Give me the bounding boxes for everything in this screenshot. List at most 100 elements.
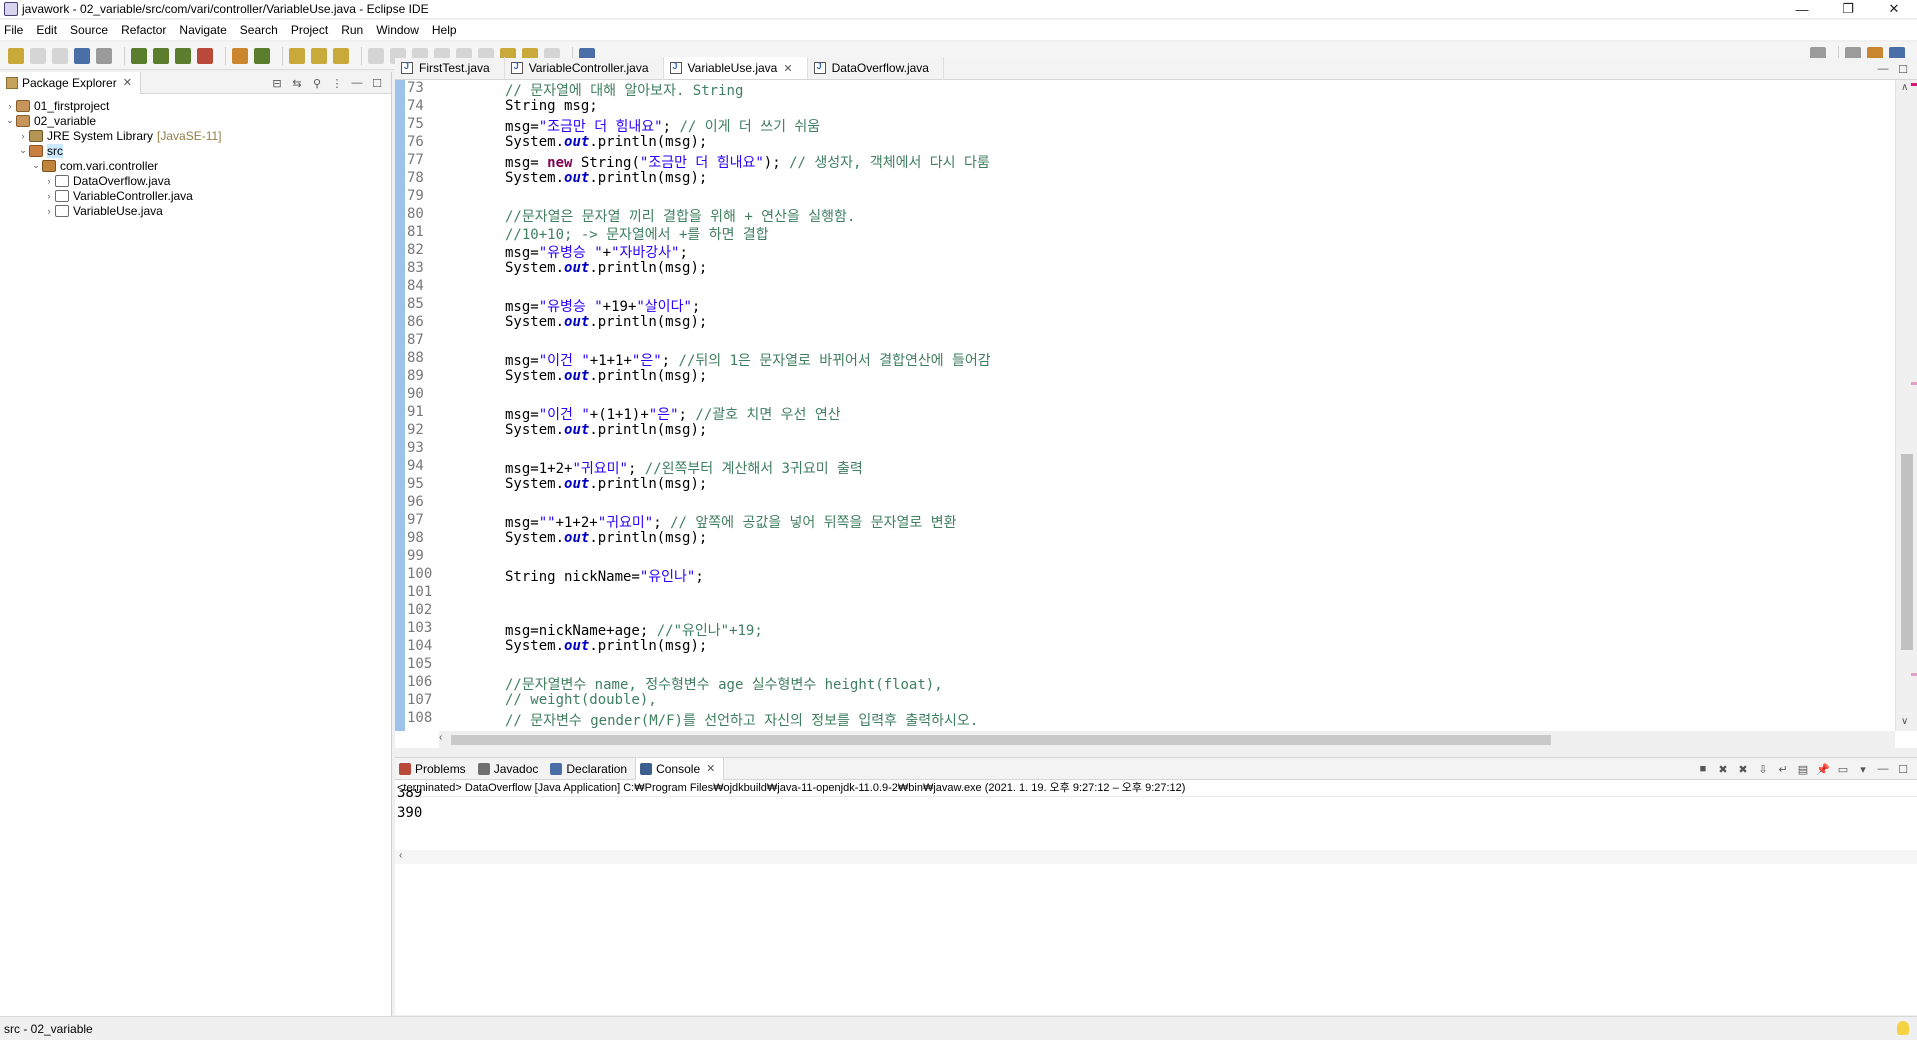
code-line: 97 msg=""+1+2+"귀요미"; // 앞쪽에 공값을 넣어 뒤쪽을 문자… bbox=[395, 512, 1905, 531]
console-panel-tab[interactable]: Problems bbox=[395, 758, 474, 780]
expand-arrow-icon[interactable]: › bbox=[43, 191, 55, 201]
menu-navigate[interactable]: Navigate bbox=[179, 23, 226, 37]
remove-launch-icon[interactable]: ✖ bbox=[1715, 761, 1731, 777]
java-file-icon bbox=[55, 174, 69, 187]
console-panel-tab[interactable]: Console ✕ bbox=[635, 757, 725, 780]
package-explorer-tab[interactable]: Package Explorer ✕ bbox=[0, 71, 141, 94]
menu-edit[interactable]: Edit bbox=[36, 23, 57, 37]
tree-item[interactable]: › DataOverflow.java bbox=[0, 173, 391, 188]
toggle-mark-occurrences-icon[interactable] bbox=[368, 47, 384, 64]
collapse-all-icon[interactable]: ⊟ bbox=[269, 75, 285, 91]
tree-item[interactable]: › VariableUse.java bbox=[0, 203, 391, 218]
error-marker-icon[interactable] bbox=[1911, 83, 1917, 86]
console-horizontal-scrollbar[interactable]: ‹ bbox=[395, 850, 1917, 864]
menu-search[interactable]: Search bbox=[240, 23, 278, 37]
console-panel: Problems Javadoc Declaration Console ✕ ■ ✖ ✖… bbox=[395, 757, 1917, 1015]
horizontal-scroll-thumb[interactable] bbox=[451, 735, 1551, 745]
minimize-button[interactable]: — bbox=[1779, 0, 1825, 18]
tip-lightbulb-icon[interactable] bbox=[1897, 1021, 1909, 1035]
pin-console-icon[interactable]: 📌 bbox=[1815, 761, 1831, 777]
open-console-icon[interactable]: ▾ bbox=[1855, 761, 1871, 777]
editor-tab[interactable]: DataOverflow.java bbox=[808, 57, 944, 79]
terminate-icon[interactable]: ■ bbox=[1695, 761, 1711, 777]
console-panel-tab[interactable]: Declaration bbox=[546, 758, 635, 780]
tree-item[interactable]: ⌄ 02_variable bbox=[0, 113, 391, 128]
scroll-down-icon[interactable]: ∨ bbox=[1901, 716, 1908, 727]
scroll-left-icon[interactable]: ‹ bbox=[399, 850, 402, 861]
console-output[interactable]: 389 390 bbox=[395, 789, 1917, 836]
console-panel-tab[interactable]: Javadoc bbox=[474, 758, 547, 780]
menu-help[interactable]: Help bbox=[432, 23, 457, 37]
tree-item[interactable]: ⌄ com.vari.controller bbox=[0, 158, 391, 173]
filter-icon[interactable]: ⚲ bbox=[309, 75, 325, 91]
close-icon[interactable]: ✕ bbox=[783, 62, 792, 75]
code-token: msg=1+2+ bbox=[505, 461, 573, 477]
expand-arrow-icon[interactable]: › bbox=[17, 131, 29, 141]
maximize-view-icon[interactable]: ☐ bbox=[369, 75, 385, 91]
tree-item[interactable]: › 01_firstproject bbox=[0, 98, 391, 113]
scroll-up-icon[interactable]: ∧ bbox=[1901, 82, 1908, 93]
scroll-left-icon[interactable]: ‹ bbox=[439, 732, 442, 743]
tree-item[interactable]: ⌄ src bbox=[0, 143, 391, 158]
warning-marker-icon[interactable] bbox=[1911, 673, 1917, 676]
code-token: .println(msg); bbox=[589, 368, 708, 384]
expand-arrow-icon[interactable]: › bbox=[43, 176, 55, 186]
link-with-editor-icon[interactable]: ⇆ bbox=[289, 75, 305, 91]
minimize-console-icon[interactable]: — bbox=[1875, 761, 1891, 777]
editor-horizontal-scrollbar[interactable]: ‹ bbox=[439, 731, 1895, 748]
save-all-icon[interactable] bbox=[52, 47, 68, 64]
coverage-icon[interactable] bbox=[175, 47, 191, 64]
console-launch-status: <terminated> DataOverflow [Java Applicat… bbox=[397, 782, 1186, 794]
code-line: 106 //문자열변수 name, 정수형변수 age 실수형변수 height(… bbox=[395, 674, 1905, 693]
new-java-class-icon[interactable] bbox=[254, 47, 270, 64]
view-menu-icon[interactable]: ⋮ bbox=[329, 75, 345, 91]
code-token: // 앞쪽에 공값을 넣어 뒤쪽을 문자열로 변환 bbox=[670, 515, 957, 531]
maximize-console-icon[interactable]: ☐ bbox=[1895, 761, 1911, 777]
close-icon[interactable]: ✕ bbox=[706, 762, 715, 775]
maximize-editor-icon[interactable]: ☐ bbox=[1895, 61, 1911, 77]
new-icon[interactable] bbox=[8, 47, 24, 64]
search-tool-icon[interactable] bbox=[333, 47, 349, 64]
expand-arrow-icon[interactable]: ⌄ bbox=[4, 115, 16, 126]
open-type-icon[interactable] bbox=[289, 47, 305, 64]
line-number: 99 bbox=[407, 548, 424, 564]
warning-marker-icon[interactable] bbox=[1911, 382, 1917, 385]
close-icon[interactable]: ✕ bbox=[123, 76, 132, 89]
minimize-editor-icon[interactable]: — bbox=[1875, 61, 1891, 77]
show-on-output-icon[interactable]: ▤ bbox=[1795, 761, 1811, 777]
editor-tab[interactable]: FirstTest.java bbox=[395, 57, 505, 79]
remove-all-terminated-icon[interactable]: ✖ bbox=[1735, 761, 1751, 777]
external-tools-icon[interactable] bbox=[197, 47, 213, 64]
menu-file[interactable]: File bbox=[4, 23, 23, 37]
editor-tab[interactable]: VariableUse.java ✕ bbox=[663, 57, 808, 79]
expand-arrow-icon[interactable]: › bbox=[43, 206, 55, 216]
restore-button[interactable]: ❐ bbox=[1825, 0, 1871, 18]
line-number: 83 bbox=[407, 260, 424, 276]
save-icon[interactable] bbox=[30, 47, 46, 64]
menu-refactor[interactable]: Refactor bbox=[121, 23, 166, 37]
menu-project[interactable]: Project bbox=[291, 23, 328, 37]
tree-item[interactable]: › JRE System Library [JavaSE-11] bbox=[0, 128, 391, 143]
minimize-view-icon[interactable]: — bbox=[349, 75, 365, 91]
expand-arrow-icon[interactable]: ⌄ bbox=[17, 145, 29, 156]
menu-source[interactable]: Source bbox=[70, 23, 108, 37]
skip-breakpoints-icon[interactable] bbox=[96, 47, 112, 64]
expand-arrow-icon[interactable]: › bbox=[4, 101, 16, 111]
open-task-icon[interactable] bbox=[311, 47, 327, 64]
editor-tab[interactable]: VariableController.java bbox=[505, 57, 664, 79]
menu-run[interactable]: Run bbox=[341, 23, 363, 37]
terminal-icon[interactable] bbox=[74, 47, 90, 64]
run-icon[interactable] bbox=[153, 47, 169, 64]
expand-arrow-icon[interactable]: ⌄ bbox=[30, 160, 42, 171]
scroll-lock-icon[interactable]: ⇩ bbox=[1755, 761, 1771, 777]
code-area[interactable]: 73 // 문자열에 대해 알아보자. String 74 String msg; 75… bbox=[395, 80, 1917, 731]
close-window-button[interactable]: ✕ bbox=[1871, 0, 1917, 18]
tree-item[interactable]: › VariableController.java bbox=[0, 188, 391, 203]
menu-window[interactable]: Window bbox=[376, 23, 419, 37]
debug-icon[interactable] bbox=[131, 47, 147, 64]
new-java-package-icon[interactable] bbox=[232, 47, 248, 64]
window-title: javawork - 02_variable/src/com/vari/cont… bbox=[22, 2, 429, 16]
code-token: // weight(double), bbox=[505, 692, 657, 708]
word-wrap-icon[interactable]: ↵ bbox=[1775, 761, 1791, 777]
display-console-icon[interactable]: ▭ bbox=[1835, 761, 1851, 777]
